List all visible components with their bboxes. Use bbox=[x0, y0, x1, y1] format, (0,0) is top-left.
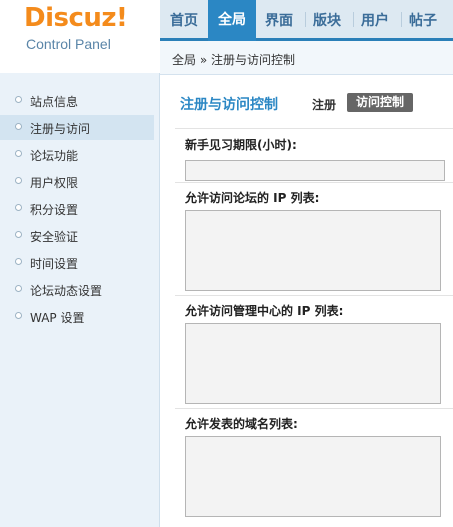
nav-divider bbox=[401, 12, 402, 27]
logo: Discuz! bbox=[24, 3, 128, 33]
domain-list-textarea[interactable] bbox=[185, 436, 441, 517]
bullet-icon bbox=[15, 258, 22, 265]
field-label-admin-ip: 允许访问管理中心的 IP 列表: bbox=[185, 304, 344, 318]
bullet-icon bbox=[15, 312, 22, 319]
field-label-probation: 新手见习期限(小时): bbox=[185, 138, 297, 152]
logo-subtitle: Control Panel bbox=[26, 36, 111, 52]
top-nav: 首页 全局 界面 版块 用户 帖子 bbox=[160, 0, 453, 41]
bullet-icon bbox=[15, 96, 22, 103]
sidebar-item-label: 安全验证 bbox=[30, 230, 79, 244]
probation-hours-input[interactable] bbox=[185, 160, 445, 181]
bullet-icon bbox=[15, 285, 22, 292]
field-label-domain: 允许发表的域名列表: bbox=[185, 417, 298, 431]
sidebar-item-label: WAP 设置 bbox=[30, 311, 85, 325]
admin-ip-list-textarea[interactable] bbox=[185, 323, 441, 404]
sidebar-item-security[interactable]: 安全验证 bbox=[0, 223, 154, 248]
sidebar-item-registration[interactable]: 注册与访问 bbox=[0, 115, 154, 140]
sidebar-item-forum-feed[interactable]: 论坛动态设置 bbox=[0, 277, 154, 302]
sidebar-item-wap[interactable]: WAP 设置 bbox=[0, 304, 154, 329]
sidebar-item-forum-features[interactable]: 论坛功能 bbox=[0, 142, 154, 167]
sidebar-item-label: 论坛动态设置 bbox=[30, 284, 103, 298]
nav-divider bbox=[353, 12, 354, 27]
sidebar-item-label: 注册与访问 bbox=[30, 122, 91, 136]
sidebar-item-time[interactable]: 时间设置 bbox=[0, 250, 154, 275]
nav-home[interactable]: 首页 bbox=[170, 10, 198, 30]
nav-divider bbox=[305, 12, 306, 27]
sidebar-item-label: 论坛功能 bbox=[30, 149, 79, 163]
bullet-icon bbox=[15, 177, 22, 184]
sidebar: 站点信息 注册与访问 论坛功能 用户权限 积分设置 安全验证 时间设置 论坛动态… bbox=[0, 73, 160, 527]
bullet-icon bbox=[15, 231, 22, 238]
tab-registration[interactable]: 注册 bbox=[312, 96, 336, 113]
tab-access-control[interactable]: 访问控制 bbox=[347, 93, 413, 112]
sidebar-item-credits[interactable]: 积分设置 bbox=[0, 196, 154, 221]
nav-global[interactable]: 全局 bbox=[208, 0, 256, 41]
page-title: 注册与访问控制 bbox=[180, 97, 278, 113]
sidebar-item-user-permissions[interactable]: 用户权限 bbox=[0, 169, 154, 194]
divider bbox=[175, 182, 453, 183]
sidebar-item-label: 站点信息 bbox=[30, 95, 79, 109]
divider bbox=[175, 295, 453, 296]
sidebar-item-label: 积分设置 bbox=[30, 203, 79, 217]
sidebar-item-label: 用户权限 bbox=[30, 176, 79, 190]
nav-posts[interactable]: 帖子 bbox=[409, 10, 437, 30]
field-label-forum-ip: 允许访问论坛的 IP 列表: bbox=[185, 191, 320, 205]
sidebar-item-site-info[interactable]: 站点信息 bbox=[0, 88, 154, 113]
nav-users[interactable]: 用户 bbox=[361, 10, 389, 30]
breadcrumb-bar: 全局 » 注册与访问控制 bbox=[160, 41, 453, 75]
bullet-icon bbox=[15, 123, 22, 130]
bullet-icon bbox=[15, 150, 22, 157]
nav-forums[interactable]: 版块 bbox=[313, 10, 341, 30]
breadcrumb: 全局 » 注册与访问控制 bbox=[172, 53, 295, 67]
bullet-icon bbox=[15, 204, 22, 211]
nav-interface[interactable]: 界面 bbox=[265, 10, 293, 30]
sidebar-item-label: 时间设置 bbox=[30, 257, 79, 271]
divider bbox=[175, 128, 453, 129]
divider bbox=[175, 408, 453, 409]
forum-ip-list-textarea[interactable] bbox=[185, 210, 441, 291]
